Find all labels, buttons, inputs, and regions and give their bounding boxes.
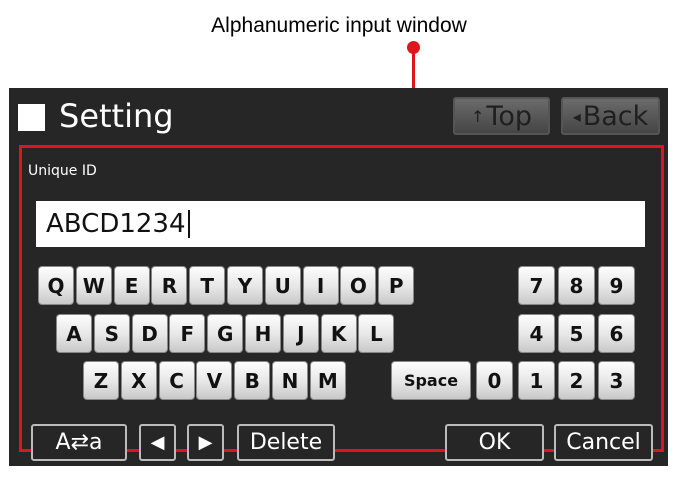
back-button-label: Back [582, 100, 649, 132]
key-w[interactable]: W [75, 266, 112, 305]
key-l[interactable]: L [358, 314, 395, 353]
key-5[interactable]: 5 [558, 314, 595, 353]
case-toggle-button[interactable]: A⇄a [31, 424, 127, 461]
key-m[interactable]: M [309, 361, 346, 400]
setting-square-icon [18, 104, 45, 131]
page-title: Setting [59, 97, 174, 135]
up-arrow-icon: ↑ [471, 106, 485, 126]
key-d[interactable]: D [131, 314, 168, 353]
key-z[interactable]: Z [83, 361, 119, 400]
key-c[interactable]: C [158, 361, 195, 400]
key-g[interactable]: G [207, 314, 244, 353]
key-2[interactable]: 2 [558, 361, 595, 400]
key-s[interactable]: S [93, 314, 130, 353]
back-button[interactable]: ◂ Back [561, 97, 660, 135]
cancel-button[interactable]: Cancel [554, 424, 653, 461]
window-caption: Alphanumeric input window [211, 14, 467, 37]
key-f[interactable]: F [169, 314, 206, 353]
delete-button[interactable]: Delete [237, 424, 335, 461]
cursor-right-button[interactable]: ▶ [187, 424, 224, 461]
key-b[interactable]: B [234, 361, 271, 400]
key-9[interactable]: 9 [598, 266, 635, 305]
key-p[interactable]: P [378, 266, 415, 305]
text-cursor [187, 210, 190, 238]
unique-id-input[interactable]: ABCD1234 [36, 201, 645, 247]
key-r[interactable]: R [151, 266, 188, 305]
key-h[interactable]: H [245, 314, 281, 353]
key-y[interactable]: Y [227, 266, 263, 305]
key-x[interactable]: X [120, 361, 157, 400]
key-0[interactable]: 0 [476, 361, 513, 400]
key-8[interactable]: 8 [558, 266, 595, 305]
key-j[interactable]: J [282, 314, 319, 353]
field-label: Unique ID [28, 163, 97, 179]
key-1[interactable]: 1 [518, 361, 555, 400]
left-triangle-icon: ◂ [572, 106, 581, 126]
key-v[interactable]: V [196, 361, 233, 400]
key-n[interactable]: N [272, 361, 308, 400]
key-3[interactable]: 3 [598, 361, 635, 400]
unique-id-value: ABCD1234 [46, 209, 186, 239]
key-o[interactable]: O [340, 266, 377, 305]
key-4[interactable]: 4 [518, 314, 555, 353]
key-space[interactable]: Space [391, 361, 471, 400]
key-u[interactable]: U [264, 266, 301, 305]
key-t[interactable]: T [189, 266, 226, 305]
key-k[interactable]: K [320, 314, 357, 353]
top-button[interactable]: ↑ Top [453, 97, 550, 135]
cursor-left-button[interactable]: ◀ [139, 424, 176, 461]
key-7[interactable]: 7 [518, 266, 555, 305]
key-i[interactable]: I [302, 266, 339, 305]
key-q[interactable]: Q [38, 266, 74, 305]
ok-button[interactable]: OK [445, 424, 544, 461]
key-e[interactable]: E [113, 266, 150, 305]
key-6[interactable]: 6 [598, 314, 635, 353]
top-button-label: Top [486, 100, 532, 132]
device-screen: Setting ↑ Top ◂ Back Unique ID ABCD1234 … [9, 88, 668, 466]
key-a[interactable]: A [56, 314, 92, 353]
